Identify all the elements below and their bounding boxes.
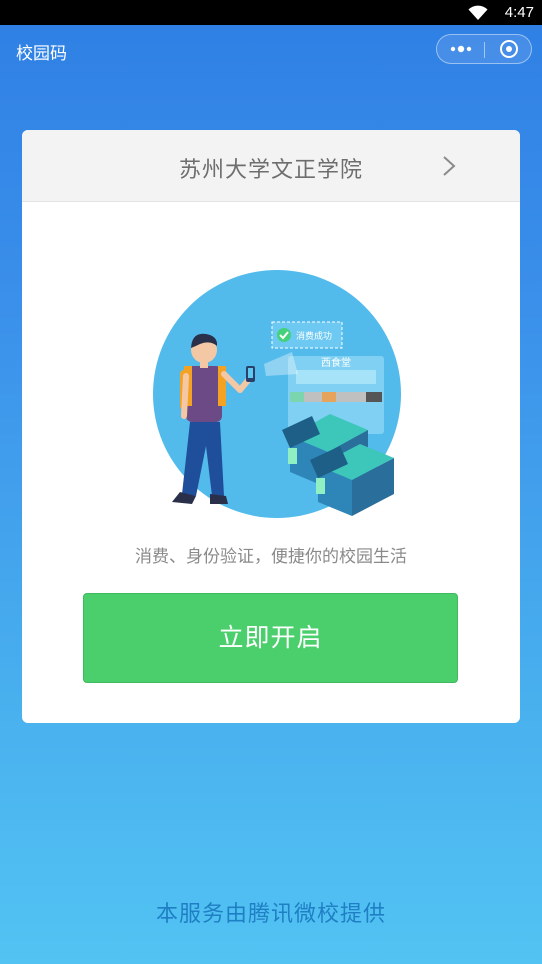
mini-program-capsule — [436, 34, 532, 64]
canteen-sign: 西食堂 — [321, 356, 351, 369]
school-selector[interactable]: 苏州大学文正学院 — [22, 130, 520, 202]
chevron-right-icon — [443, 156, 456, 176]
campus-code-card: 苏州大学文正学院 西食堂 消费成功 消费、身份验证，便捷你的校园生活 立即开启 — [22, 130, 520, 723]
more-dots-icon — [450, 45, 472, 53]
status-bar: 4:47 — [0, 0, 542, 25]
status-time: 4:47 — [504, 4, 534, 21]
tagline: 消费、身份验证，便捷你的校园生活 — [135, 547, 407, 567]
campus-illustration: 西食堂 消费成功 — [153, 270, 401, 518]
enable-button[interactable]: 立即开启 — [83, 593, 458, 683]
close-button[interactable] — [485, 35, 532, 63]
page-title: 校园码 — [16, 44, 67, 64]
close-target-icon — [500, 40, 518, 58]
check-circle-icon — [277, 328, 291, 342]
success-badge-text: 消费成功 — [296, 330, 332, 342]
title-bar: 校园码 — [0, 25, 542, 75]
wifi-icon — [468, 5, 488, 20]
more-button[interactable] — [437, 35, 484, 63]
footer-text: 本服务由腾讯微校提供 — [155, 902, 386, 927]
